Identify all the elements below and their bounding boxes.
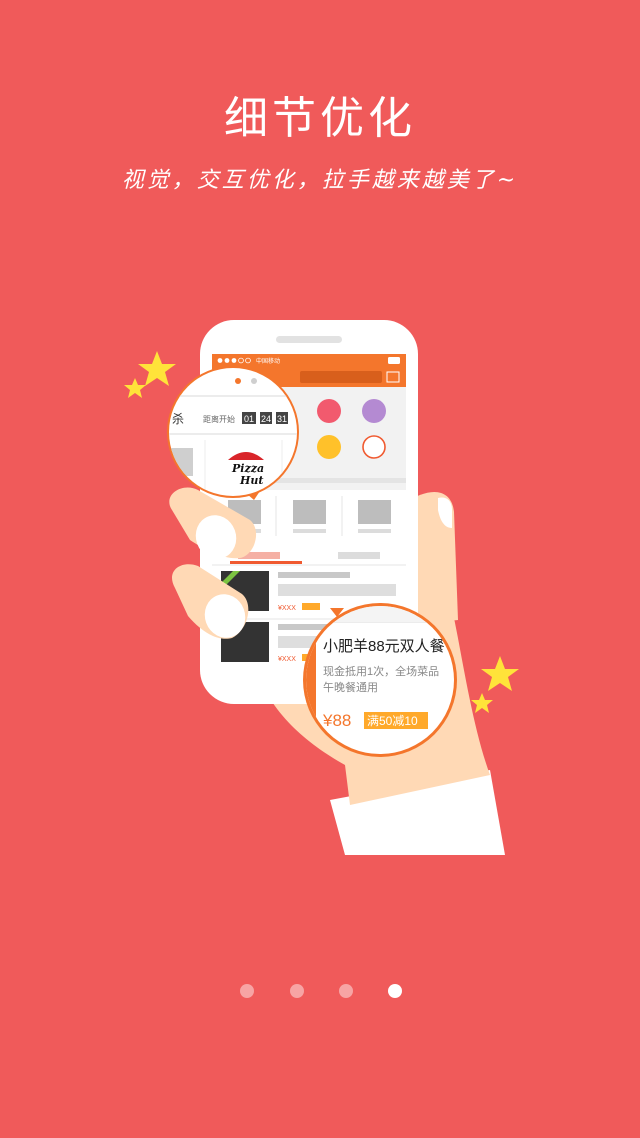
- deal-title: 小肥羊88元双人餐: [323, 638, 445, 655]
- deal-desc-line2: 午晚餐通用: [323, 680, 378, 694]
- page-dot-1[interactable]: [240, 984, 254, 998]
- countdown-minutes: 24: [261, 414, 271, 424]
- page-dot-2[interactable]: [290, 984, 304, 998]
- brand-line2: Hut: [239, 474, 263, 487]
- page-dot-3[interactable]: [339, 984, 353, 998]
- deal-price-2: ¥XXX: [278, 656, 296, 663]
- star-icon: [138, 351, 176, 386]
- star-icon: [124, 378, 146, 398]
- countdown-label: 距离开始: [203, 414, 235, 424]
- deal-price: ¥88: [322, 711, 351, 730]
- subtitle: 视觉，交互优化，拉手越来越美了~: [121, 168, 519, 193]
- countdown-hours: 01: [244, 414, 254, 424]
- countdown-seconds: 31: [277, 414, 287, 424]
- status-carrier: 中国移动: [256, 357, 280, 365]
- seckill-label: 杀: [172, 411, 184, 426]
- promo-badge: 满50减10: [367, 714, 418, 728]
- deal-price-1: ¥XXX: [278, 605, 296, 612]
- phone-illustration: 中国移动 ¥XXX ¥XXX 杀 距离开始 01 24 31 Pizza Hut…: [124, 320, 519, 855]
- title: 细节优化: [224, 93, 416, 144]
- star-icon: [481, 656, 519, 691]
- star-icon: [471, 693, 493, 713]
- page-indicator: [0, 984, 640, 1000]
- deal-desc-line1: 现金抵用1次，全场菜品: [323, 664, 439, 678]
- page-dot-4[interactable]: [388, 984, 402, 998]
